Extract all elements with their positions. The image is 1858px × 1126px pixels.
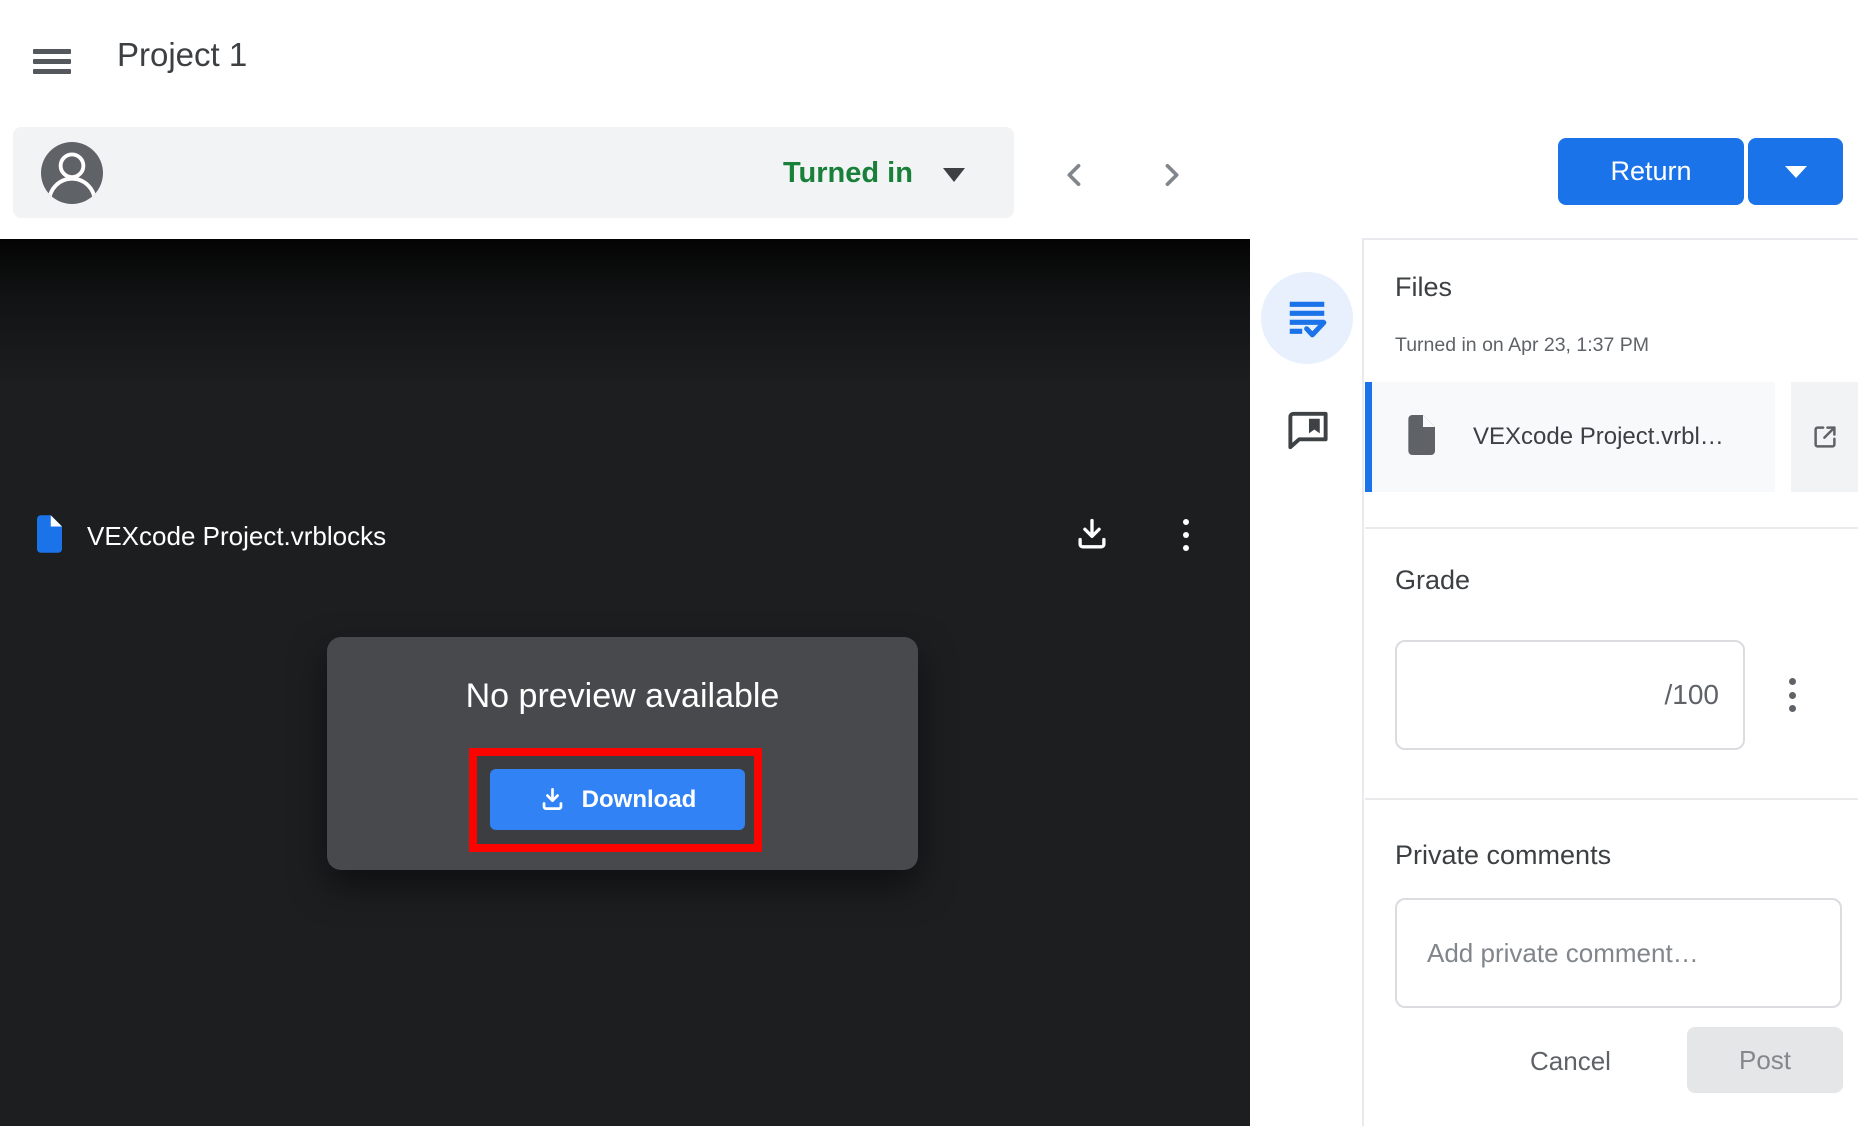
student-avatar [41, 142, 103, 204]
grade-heading: Grade [1395, 563, 1470, 597]
grading-list-check-icon [1284, 295, 1330, 341]
file-icon [32, 514, 62, 559]
grade-field[interactable]: /100 [1395, 640, 1745, 750]
private-comment-input[interactable] [1395, 898, 1842, 1008]
return-button[interactable]: Return [1558, 138, 1744, 205]
submitted-file-row[interactable]: VEXcode Project.vrbl… [1365, 382, 1858, 492]
download-button[interactable]: Download [490, 769, 745, 830]
file-row-name: VEXcode Project.vrbl… [1473, 423, 1724, 451]
file-row-main[interactable]: VEXcode Project.vrbl… [1372, 382, 1775, 492]
post-button[interactable]: Post [1687, 1027, 1843, 1093]
section-divider [1365, 798, 1858, 800]
menu-hamburger-icon[interactable] [33, 49, 71, 74]
grade-input[interactable] [1397, 642, 1665, 748]
grade-denominator: /100 [1665, 679, 1744, 711]
previous-student-button[interactable] [1053, 153, 1097, 197]
download-button-label: Download [582, 786, 697, 814]
file-icon [1403, 415, 1435, 460]
cancel-button[interactable]: Cancel [1506, 1036, 1635, 1086]
chevron-right-icon [1154, 158, 1188, 192]
download-icon [539, 786, 566, 813]
sidebar-top-border [1362, 238, 1858, 240]
next-student-button[interactable] [1149, 153, 1193, 197]
page-title: Project 1 [117, 35, 247, 75]
vertical-divider [1362, 239, 1364, 1126]
selected-file-accent-bar [1365, 382, 1372, 492]
return-button-label: Return [1610, 156, 1691, 187]
no-preview-message: No preview available [327, 677, 918, 716]
chevron-left-icon [1058, 158, 1092, 192]
no-preview-card: No preview available Download [327, 637, 918, 870]
files-heading: Files [1395, 270, 1452, 304]
preview-file-name: VEXcode Project.vrblocks [87, 520, 386, 552]
submission-status-label[interactable]: Turned in [783, 156, 913, 190]
preview-download-icon[interactable] [1073, 515, 1111, 553]
chevron-down-icon [1785, 166, 1807, 178]
turned-in-timestamp: Turned in on Apr 23, 1:37 PM [1395, 334, 1649, 357]
open-file-button[interactable] [1791, 382, 1858, 492]
grading-tool-button[interactable] [1261, 272, 1353, 364]
section-divider [1365, 527, 1858, 529]
preview-more-options-icon[interactable] [1180, 519, 1192, 551]
highlight-annotation-box: Download [469, 748, 762, 852]
person-icon [41, 142, 103, 204]
grade-more-options-icon[interactable] [1789, 678, 1797, 712]
comment-bookmark-icon [1284, 406, 1332, 453]
document-preview-pane: VEXcode Project.vrblocks No preview avai… [0, 239, 1250, 1126]
open-in-new-icon [1810, 422, 1840, 452]
status-dropdown-caret-icon[interactable] [943, 168, 965, 182]
comment-bank-button[interactable] [1284, 406, 1332, 453]
google-classroom-grading-screen: Project 1 Turned in Return VEXcode P [0, 0, 1858, 1126]
return-dropdown-button[interactable] [1748, 138, 1843, 205]
private-comments-heading: Private comments [1395, 838, 1611, 872]
